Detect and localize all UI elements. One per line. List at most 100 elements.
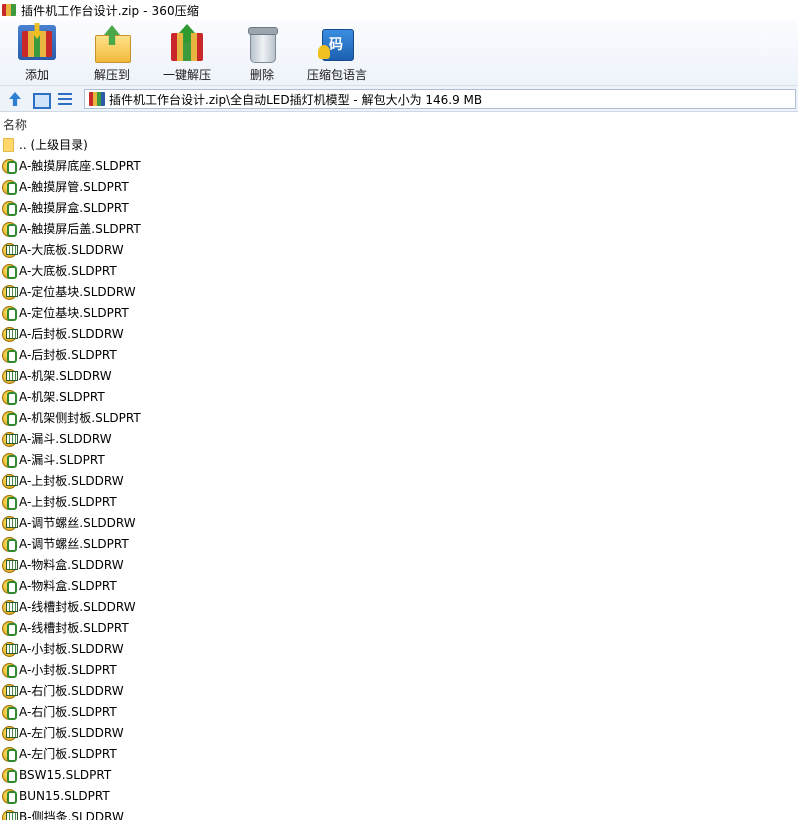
add-button[interactable]: 添加 — [12, 23, 62, 83]
file-row[interactable]: BUN15.SLDPRT — [0, 785, 798, 806]
file-row[interactable]: A-物料盒.SLDDRW — [0, 554, 798, 575]
solidworks-drawing-icon — [1, 241, 18, 258]
file-name: A-机架侧封板.SLDPRT — [19, 411, 141, 425]
file-row[interactable]: A-调节螺丝.SLDDRW — [0, 512, 798, 533]
file-name: A-机架.SLDDRW — [19, 369, 112, 383]
file-row[interactable]: A-左门板.SLDDRW — [0, 722, 798, 743]
delete-button[interactable]: 删除 — [238, 23, 286, 83]
file-row[interactable]: A-大底板.SLDPRT — [0, 260, 798, 281]
solidworks-part-icon — [1, 451, 18, 468]
file-row[interactable]: B-侧挡条.SLDDRW — [0, 806, 798, 820]
solidworks-drawing-icon — [1, 598, 18, 615]
extract-to-button-label: 解压到 — [93, 68, 130, 82]
file-name: A-大底板.SLDDRW — [19, 243, 124, 257]
file-row[interactable]: A-线槽封板.SLDDRW — [0, 596, 798, 617]
solidworks-part-icon — [1, 745, 18, 762]
file-name: BSW15.SLDPRT — [19, 767, 112, 782]
file-name: A-上封板.SLDPRT — [19, 495, 117, 509]
file-name: A-上封板.SLDDRW — [19, 474, 124, 488]
file-name: A-定位基块.SLDDRW — [19, 285, 136, 299]
solidworks-part-icon — [1, 178, 18, 195]
solidworks-part-icon — [1, 346, 18, 363]
window-title: 插件机工作台设计.zip - 360压缩 — [21, 3, 199, 18]
file-row[interactable]: A-右门板.SLDPRT — [0, 701, 798, 722]
file-name: B-侧挡条.SLDDRW — [19, 810, 124, 820]
file-name: A-调节螺丝.SLDPRT — [19, 537, 129, 551]
solidworks-drawing-icon — [1, 556, 18, 573]
solidworks-drawing-icon — [1, 724, 18, 741]
solidworks-part-icon — [1, 577, 18, 594]
extract-to-folder-icon — [93, 25, 131, 63]
solidworks-drawing-icon — [1, 325, 18, 342]
file-row[interactable]: A-调节螺丝.SLDPRT — [0, 533, 798, 554]
delete-button-label: 删除 — [249, 68, 274, 82]
file-name: A-小封板.SLDPRT — [19, 663, 117, 677]
file-name: A-漏斗.SLDDRW — [19, 432, 112, 446]
extract-to-button[interactable]: 解压到 — [86, 23, 138, 83]
column-header[interactable]: 名称 — [0, 113, 798, 134]
archive-language-button[interactable]: 码 压缩包语言 — [304, 23, 370, 83]
title-bar: 插件机工作台设计.zip - 360压缩 — [0, 0, 798, 20]
list-view-icon[interactable] — [56, 90, 74, 108]
file-name: A-小封板.SLDDRW — [19, 642, 124, 656]
solidworks-part-icon — [1, 766, 18, 783]
path-text: 插件机工作台设计.zip\全自动LED插灯机模型 - 解包大小为 146.9 M… — [109, 92, 483, 107]
file-name: A-机架.SLDPRT — [19, 390, 105, 404]
file-row[interactable]: A-上封板.SLDPRT — [0, 491, 798, 512]
solidworks-part-icon — [1, 703, 18, 720]
file-row[interactable]: A-线槽封板.SLDPRT — [0, 617, 798, 638]
file-name: A-触摸屏盒.SLDPRT — [19, 201, 129, 215]
file-row[interactable]: A-机架.SLDDRW — [0, 365, 798, 386]
parent-directory-row[interactable]: .. (上级目录) — [0, 134, 798, 155]
thumbnail-view-icon[interactable] — [31, 90, 51, 109]
file-row[interactable]: A-漏斗.SLDPRT — [0, 449, 798, 470]
one-click-extract-button[interactable]: 一键解压 — [160, 23, 214, 83]
one-click-extract-icon — [168, 25, 206, 61]
file-row[interactable]: A-小封板.SLDPRT — [0, 659, 798, 680]
file-row[interactable]: A-触摸屏管.SLDPRT — [0, 176, 798, 197]
solidworks-part-icon — [1, 493, 18, 510]
add-button-label: 添加 — [24, 68, 49, 82]
solidworks-part-icon — [1, 220, 18, 237]
file-row[interactable]: A-触摸屏底座.SLDPRT — [0, 155, 798, 176]
file-row[interactable]: A-机架.SLDPRT — [0, 386, 798, 407]
solidworks-drawing-icon — [1, 430, 18, 447]
toolbar: 添加 解压到 一键解压 删除 码 压缩包语言 — [0, 20, 798, 86]
file-row[interactable]: A-后封板.SLDPRT — [0, 344, 798, 365]
file-row[interactable]: A-后封板.SLDDRW — [0, 323, 798, 344]
add-to-archive-icon — [18, 25, 56, 60]
file-row[interactable]: A-定位基块.SLDPRT — [0, 302, 798, 323]
file-name: A-大底板.SLDPRT — [19, 264, 117, 278]
file-row[interactable]: A-触摸屏后盖.SLDPRT — [0, 218, 798, 239]
column-name-header[interactable]: 名称 — [3, 116, 27, 133]
solidworks-part-icon — [1, 157, 18, 174]
up-arrow-icon[interactable] — [6, 90, 24, 108]
file-name: A-物料盒.SLDDRW — [19, 558, 124, 572]
file-name: A-后封板.SLDDRW — [19, 327, 124, 341]
solidworks-part-icon — [1, 619, 18, 636]
file-row[interactable]: A-右门板.SLDDRW — [0, 680, 798, 701]
file-row[interactable]: A-触摸屏盒.SLDPRT — [0, 197, 798, 218]
solidworks-drawing-icon — [1, 514, 18, 531]
file-row[interactable]: A-定位基块.SLDDRW — [0, 281, 798, 302]
file-name: A-线槽封板.SLDDRW — [19, 600, 136, 614]
file-name: A-物料盒.SLDPRT — [19, 579, 117, 593]
file-name: A-触摸屏底座.SLDPRT — [19, 159, 141, 173]
file-row[interactable]: A-机架侧封板.SLDPRT — [0, 407, 798, 428]
file-name: A-漏斗.SLDPRT — [19, 453, 105, 467]
archive-language-icon: 码 — [318, 25, 356, 61]
file-row[interactable]: A-物料盒.SLDPRT — [0, 575, 798, 596]
file-row[interactable]: A-小封板.SLDDRW — [0, 638, 798, 659]
file-name: A-左门板.SLDDRW — [19, 726, 124, 740]
file-row[interactable]: BSW15.SLDPRT — [0, 764, 798, 785]
solidworks-part-icon — [1, 304, 18, 321]
path-field[interactable]: 插件机工作台设计.zip\全自动LED插灯机模型 - 解包大小为 146.9 M… — [84, 89, 796, 109]
file-row[interactable]: A-大底板.SLDDRW — [0, 239, 798, 260]
solidworks-drawing-icon — [1, 367, 18, 384]
file-row[interactable]: A-漏斗.SLDDRW — [0, 428, 798, 449]
address-bar: 插件机工作台设计.zip\全自动LED插灯机模型 - 解包大小为 146.9 M… — [0, 86, 798, 112]
solidworks-part-icon — [1, 262, 18, 279]
file-row[interactable]: A-上封板.SLDDRW — [0, 470, 798, 491]
file-row[interactable]: A-左门板.SLDPRT — [0, 743, 798, 764]
delete-trash-icon — [243, 25, 281, 63]
